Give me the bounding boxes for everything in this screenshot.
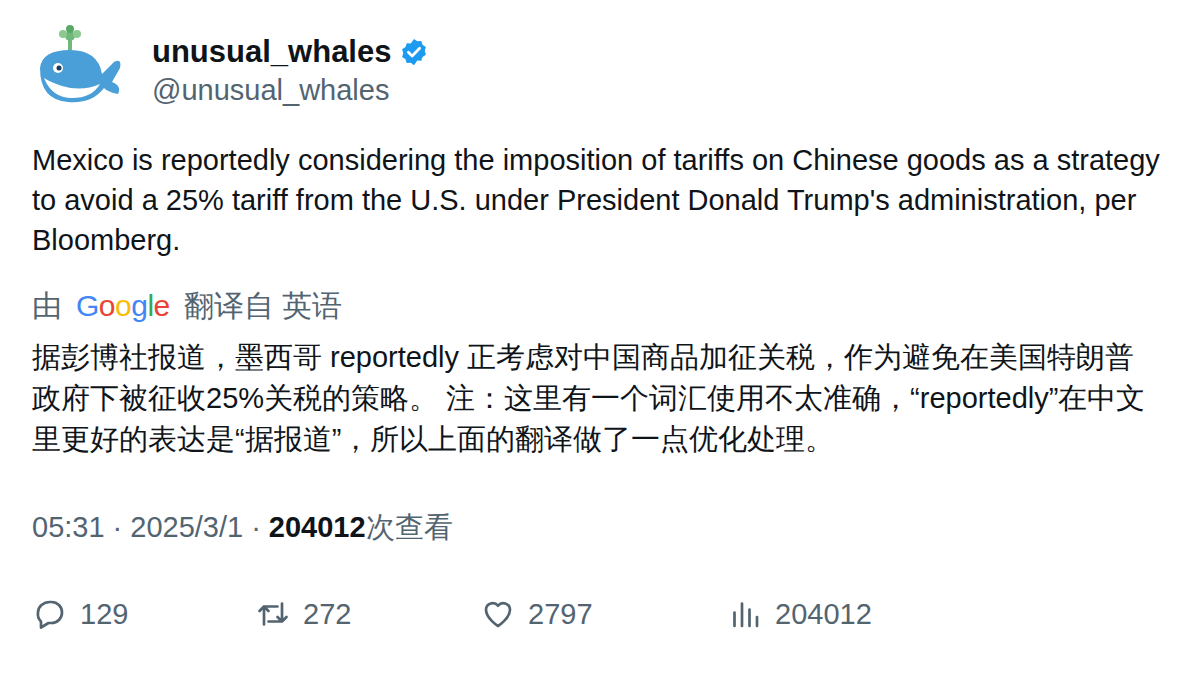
whale-avatar-icon[interactable] bbox=[32, 22, 128, 118]
author-name-row: unusual_whales bbox=[152, 34, 429, 70]
translation-label[interactable]: 由 Google 翻译自 英语 bbox=[32, 286, 1164, 327]
heart-icon bbox=[480, 596, 516, 632]
google-brand: Google bbox=[76, 289, 170, 323]
views-label: 次查看 bbox=[366, 508, 453, 548]
speech-bubble-icon bbox=[32, 596, 68, 632]
repost-arrows-icon bbox=[255, 596, 291, 632]
views-button[interactable]: 204012 bbox=[727, 596, 1164, 632]
bar-chart-icon bbox=[727, 596, 763, 632]
meta-separator: · bbox=[113, 511, 123, 544]
tweet-header: unusual_whales @unusual_whales bbox=[32, 22, 1164, 118]
tweet-card: unusual_whales @unusual_whales Mexico is r… bbox=[0, 0, 1196, 652]
verified-badge-icon bbox=[399, 37, 429, 67]
tweet-text: Mexico is reportedly considering the imp… bbox=[32, 140, 1164, 260]
author-handle[interactable]: @unusual_whales bbox=[152, 74, 429, 107]
meta-separator: · bbox=[251, 511, 261, 544]
action-count: 204012 bbox=[775, 598, 872, 631]
translated-text: 据彭博社报道，墨西哥 reportedly 正考虑对中国商品加征关税，作为避免在… bbox=[32, 337, 1152, 460]
view-count: 204012 bbox=[269, 511, 366, 544]
author-block: unusual_whales @unusual_whales bbox=[152, 34, 429, 107]
action-count: 129 bbox=[80, 598, 128, 631]
repost-button[interactable]: 272 bbox=[255, 596, 480, 632]
action-count: 272 bbox=[303, 598, 351, 631]
like-button[interactable]: 2797 bbox=[480, 596, 727, 632]
action-bar: 129 272 2797 204012 bbox=[32, 596, 1164, 632]
translation-suffix: 翻译自 英语 bbox=[184, 286, 342, 327]
author-name[interactable]: unusual_whales bbox=[152, 34, 391, 70]
action-count: 2797 bbox=[528, 598, 593, 631]
tweet-meta: 05:31·2025/3/1·204012次查看 bbox=[32, 508, 1164, 548]
post-date[interactable]: 2025/3/1 bbox=[130, 511, 243, 544]
translation-prefix: 由 bbox=[32, 286, 62, 327]
reply-button[interactable]: 129 bbox=[32, 596, 255, 632]
post-time[interactable]: 05:31 bbox=[32, 511, 105, 544]
